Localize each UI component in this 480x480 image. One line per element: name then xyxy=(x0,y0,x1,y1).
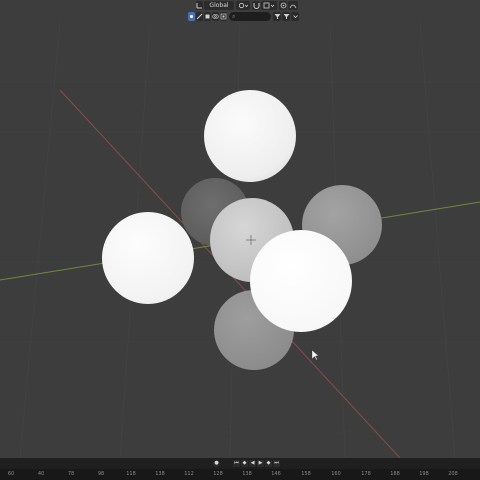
orientation-icon[interactable] xyxy=(196,1,203,10)
select-mode-edge-icon[interactable] xyxy=(196,12,203,21)
ruler-tick: 60 xyxy=(7,471,15,477)
sphere-front[interactable] xyxy=(250,230,352,332)
ruler-tick: 128 xyxy=(213,471,223,477)
pivot-point-dropdown[interactable] xyxy=(236,1,250,10)
jump-end-icon[interactable]: ⏭ xyxy=(273,460,280,467)
viewport-header: Global ⌕ xyxy=(0,0,480,22)
xray-icon[interactable] xyxy=(220,12,227,21)
ruler-tick: 138 xyxy=(242,471,252,477)
search-input[interactable]: ⌕ xyxy=(229,12,271,21)
next-keyframe-icon[interactable]: ◆ xyxy=(265,460,272,467)
transform-orientation-label: Global xyxy=(209,2,229,9)
select-mode-vertex-icon[interactable] xyxy=(188,12,195,21)
ruler-tick: 112 xyxy=(184,471,194,477)
playback-controls: ● ⏮ ◆ ◀ ▶ ◆ ⏭ xyxy=(0,458,480,468)
timeline-editor: ● ⏮ ◆ ◀ ▶ ◆ ⏭ 60 40 78 98 118 138 112 12… xyxy=(0,458,480,480)
ruler-tick: 178 xyxy=(361,471,371,477)
proportional-editing-icon[interactable] xyxy=(279,1,287,10)
prev-keyframe-icon[interactable]: ◆ xyxy=(241,460,248,467)
proportional-falloff-dropdown[interactable] xyxy=(288,1,298,10)
sphere-top[interactable] xyxy=(204,90,296,182)
3d-viewport[interactable] xyxy=(0,22,480,458)
ruler-tick: 78 xyxy=(67,471,75,477)
record-icon[interactable]: ● xyxy=(213,460,220,467)
filter-icon[interactable] xyxy=(273,12,281,21)
blender-window: Global ⌕ ● ⏮ ◆ ◀ ▶ ◆ ⏭ 60 40 78 98 118 1… xyxy=(0,0,480,480)
ruler-tick: 118 xyxy=(126,471,136,477)
ruler-tick: 198 xyxy=(419,471,429,477)
transform-orientation-dropdown[interactable]: Global xyxy=(204,1,234,10)
ruler-tick: 188 xyxy=(390,471,400,477)
ruler-tick: 158 xyxy=(301,471,311,477)
mouse-cursor-icon xyxy=(311,349,320,361)
ruler-tick: 160 xyxy=(331,471,341,477)
ruler-tick: 40 xyxy=(37,471,45,477)
select-mode-face-icon[interactable] xyxy=(204,12,211,21)
overlay-icon[interactable] xyxy=(212,12,219,21)
ruler-tick: 208 xyxy=(448,471,458,477)
snap-toggle[interactable] xyxy=(252,1,260,10)
ruler-tick: 98 xyxy=(97,471,105,477)
frame-ruler[interactable]: 60 40 78 98 118 138 112 128 138 146 158 … xyxy=(0,469,480,480)
play-reverse-icon[interactable]: ◀ xyxy=(249,460,256,467)
ruler-tick: 138 xyxy=(155,471,165,477)
sphere-left[interactable] xyxy=(102,212,194,304)
snap-target-dropdown[interactable] xyxy=(261,1,277,10)
ruler-tick: 146 xyxy=(271,471,281,477)
chevron-down-icon[interactable] xyxy=(291,12,299,21)
play-icon[interactable]: ▶ xyxy=(257,460,264,467)
funnel-icon[interactable] xyxy=(282,12,290,21)
jump-start-icon[interactable]: ⏮ xyxy=(233,460,240,467)
search-icon: ⌕ xyxy=(232,13,236,20)
